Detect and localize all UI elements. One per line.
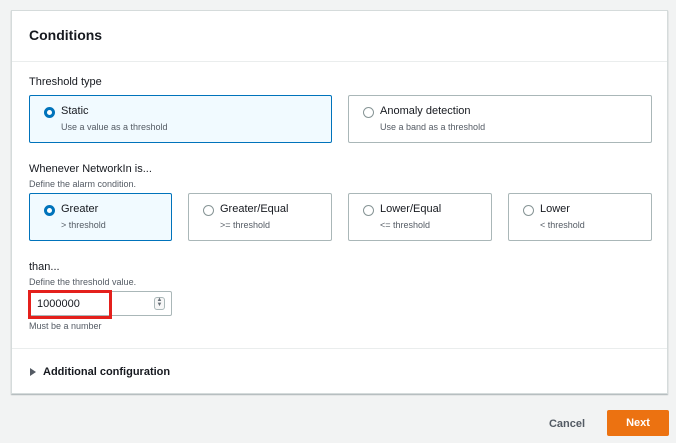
static-title: Static [61, 105, 89, 117]
threshold-value-field[interactable]: ▲▼ [29, 291, 172, 316]
threshold-value-description: Define the threshold value. [29, 277, 137, 287]
cancel-button[interactable]: Cancel [538, 411, 596, 436]
lower-equal-subtitle: <= threshold [380, 220, 431, 230]
panel-header: Conditions [12, 11, 667, 62]
static-radio[interactable] [44, 107, 55, 118]
conditions-panel: Conditions Threshold type Static Use a v… [11, 10, 668, 394]
anomaly-detection-subtitle: Use a band as a threshold [380, 122, 486, 132]
greater-equal-subtitle: >= threshold [220, 220, 271, 230]
condition-description: Define the alarm condition. [29, 179, 137, 189]
greater-equal-title: Greater/Equal [220, 203, 289, 215]
condition-lower-tile[interactable]: Lower < threshold [508, 193, 652, 241]
panel-title: Conditions [29, 27, 103, 43]
condition-label: Whenever NetworkIn is... [29, 163, 152, 175]
divider [12, 348, 667, 349]
threshold-type-static-tile[interactable]: Static Use a value as a threshold [29, 95, 332, 143]
threshold-value-hint: Must be a number [29, 321, 102, 331]
threshold-type-anomaly-tile[interactable]: Anomaly detection Use a band as a thresh… [348, 95, 652, 143]
greater-title: Greater [61, 203, 99, 215]
greater-equal-radio[interactable] [203, 205, 214, 216]
lower-equal-title: Lower/Equal [380, 203, 442, 215]
next-button[interactable]: Next [607, 410, 669, 436]
additional-configuration-label: Additional configuration [43, 366, 171, 378]
anomaly-detection-title: Anomaly detection [380, 105, 471, 117]
condition-lower-equal-tile[interactable]: Lower/Equal <= threshold [348, 193, 492, 241]
lower-radio[interactable] [523, 205, 534, 216]
lower-title: Lower [540, 203, 570, 215]
number-stepper-icon[interactable]: ▲ ▼ [154, 297, 165, 310]
additional-configuration-expander[interactable]: Additional configuration [30, 366, 170, 378]
condition-greater-tile[interactable]: Greater > threshold [29, 193, 172, 241]
condition-greater-equal-tile[interactable]: Greater/Equal >= threshold [188, 193, 332, 241]
threshold-value-input[interactable] [30, 292, 148, 315]
greater-subtitle: > threshold [61, 220, 106, 230]
lower-equal-radio[interactable] [363, 205, 374, 216]
lower-subtitle: < threshold [540, 220, 585, 230]
threshold-value-label: than... [29, 261, 60, 273]
greater-radio[interactable] [44, 205, 55, 216]
anomaly-detection-radio[interactable] [363, 107, 374, 118]
threshold-type-label: Threshold type [29, 76, 102, 88]
caret-right-icon [30, 368, 36, 376]
static-subtitle: Use a value as a threshold [61, 122, 168, 132]
